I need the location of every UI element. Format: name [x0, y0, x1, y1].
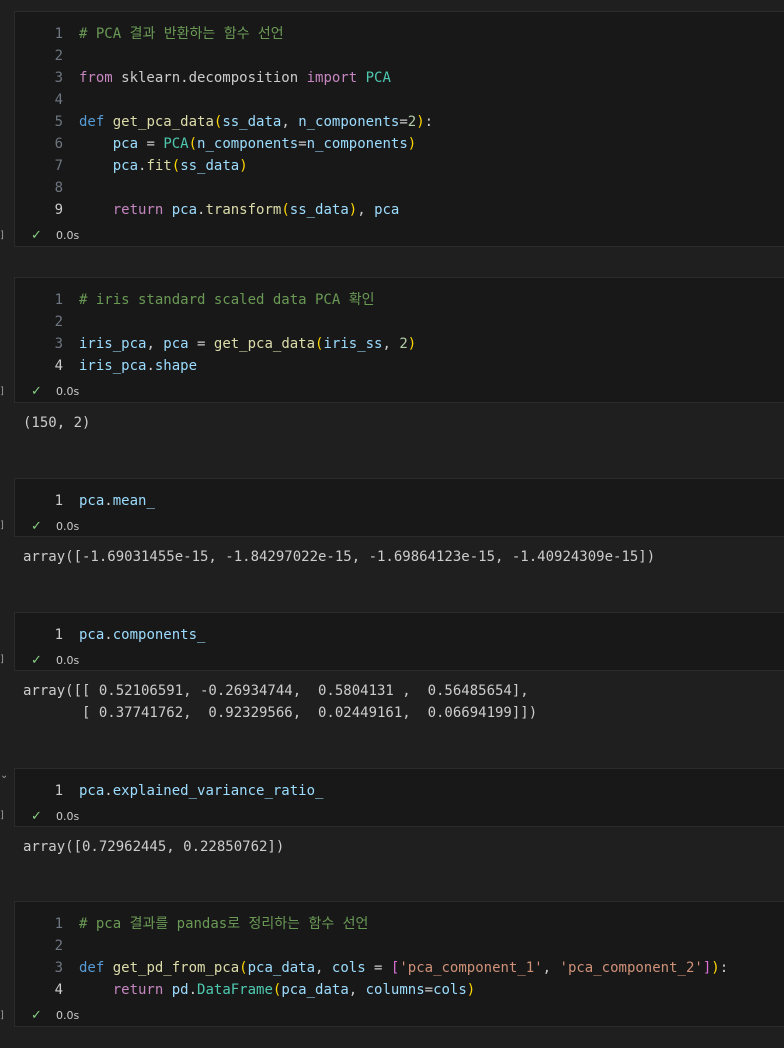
line-number: 3 — [54, 960, 63, 976]
execution-count-marker: ] — [0, 386, 4, 397]
line-number: 2 — [54, 314, 63, 330]
line-number: 4 — [54, 982, 63, 998]
execution-time: 0.0s — [56, 654, 80, 667]
code-line[interactable]: pca.components_ — [79, 624, 205, 646]
line-number: 3 — [54, 336, 63, 352]
line-number: 3 — [54, 70, 63, 86]
execution-count-marker: ] — [0, 810, 4, 821]
check-icon: ✓ — [31, 228, 42, 243]
code-cell-1[interactable]: 1 # PCA 결과 반환하는 함수 선언 2 3 from sklearn.dec… — [14, 11, 784, 247]
code-line[interactable]: from sklearn.decomposition import PCA — [79, 67, 391, 89]
code-line[interactable]: pca.explained_variance_ratio_ — [79, 780, 323, 802]
code-line[interactable]: # PCA 결과 반환하는 함수 선언 — [79, 23, 284, 45]
execution-count-marker: ] — [0, 1010, 4, 1021]
code-line[interactable]: pca.fit(ss_data) — [79, 155, 248, 177]
line-number: 7 — [54, 158, 63, 174]
code-line[interactable]: return pd.DataFrame(pca_data, columns=co… — [79, 979, 476, 1001]
line-number: 1 — [54, 783, 63, 799]
execution-time: 0.0s — [56, 1009, 80, 1022]
code-line[interactable]: pca = PCA(n_components=n_components) — [79, 133, 417, 155]
line-number: 1 — [54, 26, 63, 42]
execution-count-marker: ] — [0, 230, 4, 241]
cell-status: ✓ 0.0s — [15, 226, 775, 246]
code-cell-4[interactable]: 1 pca.components_ ✓ 0.0s — [14, 612, 784, 671]
code-line[interactable]: # pca 결과를 pandas로 정리하는 함수 선언 — [79, 913, 368, 935]
check-icon: ✓ — [31, 653, 42, 668]
cell-status: ✓ 0.0s — [15, 1006, 775, 1026]
code-line[interactable]: iris_pca, pca = get_pca_data(iris_ss, 2) — [79, 333, 416, 355]
code-line[interactable]: # iris standard scaled data PCA 확인 — [79, 289, 374, 311]
code-cell-3[interactable]: 1 pca.mean_ ✓ 0.0s — [14, 478, 784, 537]
check-icon: ✓ — [31, 384, 42, 399]
line-number: 6 — [54, 136, 63, 152]
cell-status: ✓ 0.0s — [15, 651, 775, 671]
line-number: 1 — [54, 627, 63, 643]
cell-output: array([-1.69031455e-15, -1.84297022e-15,… — [23, 549, 656, 565]
cell-output: array([[ 0.52106591, -0.26934744, 0.5804… — [23, 683, 538, 721]
code-cell-6[interactable]: 1 # pca 결과를 pandas로 정리하는 함수 선언 2 3 def get… — [14, 901, 784, 1027]
line-number: 1 — [54, 292, 63, 308]
cell-output: (150, 2) — [23, 415, 91, 431]
check-icon: ✓ — [31, 1008, 42, 1023]
execution-time: 0.0s — [56, 810, 80, 823]
line-number: 8 — [54, 180, 63, 196]
line-number: 4 — [54, 92, 63, 108]
execution-time: 0.0s — [56, 385, 80, 398]
cell-status: ✓ 0.0s — [15, 807, 775, 827]
code-cell-5[interactable]: 1 pca.explained_variance_ratio_ ✓ 0.0s — [14, 768, 784, 827]
code-line[interactable]: def get_pd_from_pca(pca_data, cols = ['p… — [79, 957, 728, 979]
line-number: 4 — [54, 358, 63, 374]
cell-status: ✓ 0.0s — [15, 517, 775, 537]
check-icon: ✓ — [31, 809, 42, 824]
execution-time: 0.0s — [56, 520, 80, 533]
line-number: 1 — [54, 916, 63, 932]
line-number: 9 — [54, 202, 63, 218]
check-icon: ✓ — [31, 519, 42, 534]
code-cell-2[interactable]: 1 # iris standard scaled data PCA 확인 2 3i… — [14, 277, 784, 403]
execution-count-marker: ] — [0, 654, 4, 665]
code-line[interactable]: pca.mean_ — [79, 490, 155, 512]
cell-output: array([0.72962445, 0.22850762]) — [23, 839, 285, 855]
line-number: 5 — [54, 114, 63, 130]
line-number: 2 — [54, 48, 63, 64]
code-line[interactable]: def get_pca_data(ss_data, n_components=2… — [79, 111, 433, 133]
cell-status: ✓ 0.0s — [15, 382, 775, 402]
line-number: 2 — [54, 938, 63, 954]
chevron-down-icon[interactable]: ⌄ — [0, 770, 8, 781]
code-line[interactable]: return pca.transform(ss_data), pca — [79, 199, 400, 221]
code-line[interactable]: iris_pca.shape — [79, 355, 197, 377]
execution-time: 0.0s — [56, 229, 80, 242]
execution-count-marker: ] — [0, 520, 4, 531]
line-number: 1 — [54, 493, 63, 509]
